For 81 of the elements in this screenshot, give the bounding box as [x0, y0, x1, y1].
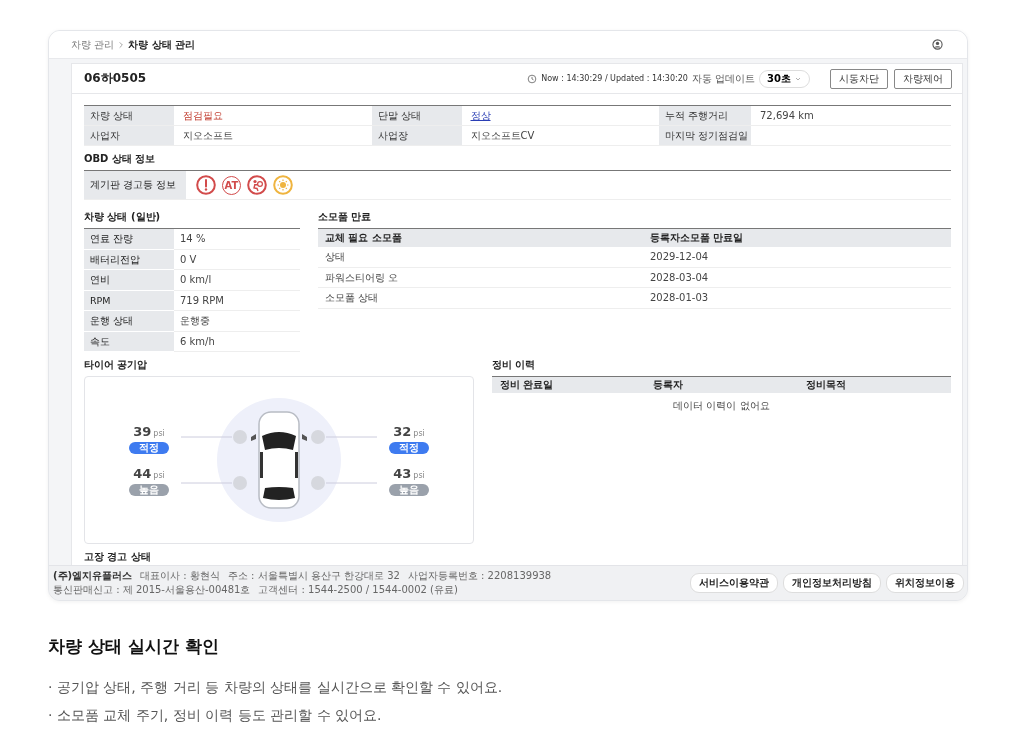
pressure-unit: psi — [153, 429, 165, 438]
status-badge: 높음 — [389, 484, 429, 496]
clock-icon — [527, 73, 538, 84]
table-header-cell: RPM — [84, 290, 174, 311]
table-cell: 6 km/h — [174, 331, 300, 352]
table-cell: 0 V — [174, 249, 300, 270]
status-badge: 높음 — [129, 484, 169, 496]
feature-title: 차량 상태 실시간 확인 — [48, 635, 220, 658]
table-header-cell: 계기판 경고등 정보 — [84, 171, 186, 199]
table-header-cell: 단말 상태 — [371, 106, 462, 126]
table-header-cell: 마지막 정기점검일 — [659, 126, 751, 146]
pressure-value: 39 — [133, 424, 152, 439]
section-title: OBD 상태 정보 — [84, 152, 157, 166]
table-header-cell: 연비 — [84, 270, 174, 291]
section-title: 차량 상태 (일반) — [84, 210, 162, 224]
section-title: 타이어 공기압 — [84, 358, 149, 372]
chevron-icon — [117, 40, 126, 49]
tire-marker — [233, 476, 247, 490]
column-header: 교체 필요 소모품 — [318, 229, 643, 247]
tire-marker — [233, 430, 247, 444]
pressure-unit: psi — [413, 471, 425, 480]
table-cell: 72,694 km — [751, 106, 951, 126]
section-title: 고장 경고 상태 — [84, 550, 152, 564]
table-cell: 상태 — [318, 247, 643, 268]
empty-message: 데이터 이력이 없어요 — [672, 399, 771, 413]
footer-text: 고객센터 : 1544-2500 / 1544-0002 (유료) — [258, 583, 458, 597]
bullet-text: · 공기압 상태, 주행 거리 등 차량의 상태를 실시간으로 확인할 수 있어요. — [48, 678, 504, 697]
table-cell: 2028-01-03 — [643, 288, 951, 309]
tire-marker — [311, 430, 325, 444]
column-header: 정비 완료일 — [499, 378, 555, 392]
table-header-cell: 차량 상태 — [84, 106, 174, 126]
table-header-cell: 누적 주행거리 — [659, 106, 751, 126]
action-button[interactable]: 차량제어 — [894, 68, 952, 89]
auto-update-label: 자동 업데이트 — [691, 71, 756, 86]
bullet-text: · 소모품 교체 주기, 정비 이력 등도 관리할 수 있어요. — [48, 706, 383, 725]
table-cell: 0 km/l — [174, 270, 300, 291]
status-badge: 적정 — [129, 442, 169, 454]
table-cell: 지오소프트 — [174, 126, 372, 146]
column-header: 정비목적 — [805, 378, 847, 392]
status-link[interactable]: 정상 — [461, 106, 659, 126]
column-header: 등록자 — [652, 378, 684, 392]
breadcrumb-link[interactable]: 차량 관리 — [71, 37, 115, 52]
section-title: 정비 이력 — [492, 358, 537, 372]
breadcrumb-link[interactable]: 차량 상태 관리 — [128, 37, 196, 52]
tire-marker — [311, 476, 325, 490]
footer-text: 주소 : 서울특별시 용산구 한강대로 32 — [227, 569, 400, 583]
footer-link[interactable]: 서비스이용약관 — [690, 573, 778, 593]
table-header-cell: 사업장 — [371, 126, 462, 146]
interval-select[interactable]: 30초 — [759, 69, 810, 88]
table-header-cell: 운행 상태 — [84, 311, 174, 332]
table-cell: 소모품 상태 — [318, 288, 643, 309]
pressure-value: 32 — [393, 424, 412, 439]
column-header: 등록자소모품 만료일 — [643, 229, 951, 247]
section-title: 소모품 만료 — [318, 210, 373, 224]
table-header-cell: 연료 잔량 — [84, 229, 174, 250]
table-cell: 점검필요 — [174, 106, 372, 126]
table-cell: 지오소프트CV — [461, 126, 659, 146]
footer-link[interactable]: 개인정보처리방침 — [783, 573, 881, 593]
status-badge: 적정 — [389, 442, 429, 454]
pressure-unit: psi — [413, 429, 425, 438]
footer-text: 사업자등록번호 : 2208139938 — [407, 569, 552, 583]
table-cell: 2028-03-04 — [643, 267, 951, 288]
footer-link[interactable]: 위치정보이용 — [886, 573, 964, 593]
table-cell: 2029-12-04 — [643, 247, 951, 268]
action-button[interactable]: 시동차단 — [830, 68, 888, 89]
pressure-value: 43 — [393, 466, 412, 481]
table-cell: 719 RPM — [174, 290, 300, 311]
footer-text: 대표이사 : 황현식 — [140, 569, 220, 583]
pressure-value: 44 — [133, 466, 152, 481]
vehicle-number: 06하0505 — [84, 70, 147, 87]
pressure-unit: psi — [153, 471, 165, 480]
table-cell: 14 % — [174, 229, 300, 250]
user-icon[interactable] — [932, 39, 943, 50]
table-cell: 운행중 — [174, 311, 300, 332]
table-header-cell: 속도 — [84, 331, 174, 352]
footer-text: 통신판매신고 : 제 2015-서울용산-00481호 — [53, 583, 251, 597]
table-cell: 파워스티어링 오 — [318, 267, 643, 288]
table-header-cell: 배터리전압 — [84, 249, 174, 270]
company-name: (주)엘지유플러스 — [53, 569, 133, 583]
table-header-cell: 사업자 — [84, 126, 174, 146]
update-time: Now : 14:30:29 / Updated : 14:30:20 — [541, 74, 688, 83]
